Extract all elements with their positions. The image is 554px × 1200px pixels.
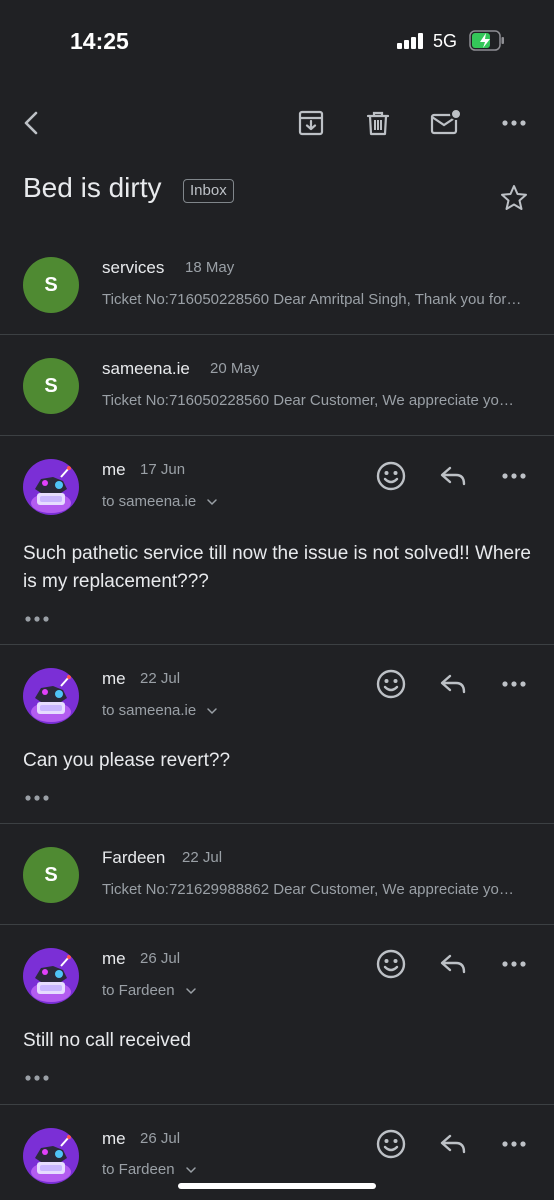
- message-date: 22 Jul: [182, 849, 223, 866]
- message-more-button[interactable]: [494, 1124, 534, 1164]
- reply-button[interactable]: [433, 1124, 473, 1164]
- message-expanded: me 22 Jul to sameena.ie Can you please r…: [0, 645, 554, 824]
- react-button[interactable]: [371, 456, 411, 496]
- message-more-button[interactable]: [494, 456, 534, 496]
- emoji-icon: [375, 1128, 407, 1160]
- reply-icon: [437, 1128, 469, 1160]
- avatar: S: [23, 358, 79, 414]
- email-subject: Bed is dirty: [23, 172, 162, 203]
- trash-icon: [366, 111, 390, 136]
- sender-name: sameena.ie: [102, 359, 190, 378]
- sender-name: services: [102, 258, 165, 277]
- message-more-button[interactable]: [494, 664, 534, 704]
- recipient-dropdown[interactable]: to sameena.ie: [102, 702, 218, 719]
- chevron-down-icon: [206, 498, 218, 506]
- avatar: [23, 1128, 79, 1184]
- message-date: 22 Jul: [140, 670, 181, 687]
- message-body: Can you please revert??: [23, 750, 231, 771]
- reply-icon: [437, 460, 469, 492]
- message-date: 17 Jun: [140, 461, 186, 478]
- reply-button[interactable]: [433, 944, 473, 984]
- archive-icon: [298, 110, 324, 136]
- recipient-dropdown[interactable]: to Fardeen: [102, 982, 197, 999]
- message-collapsed[interactable]: S sameena.ie 20 May Ticket No:7160502285…: [0, 335, 554, 436]
- react-button[interactable]: [371, 1124, 411, 1164]
- message-more-button[interactable]: [494, 944, 534, 984]
- reply-icon: [437, 948, 469, 980]
- inbox-label-chip[interactable]: Inbox: [183, 179, 234, 203]
- emoji-icon: [375, 668, 407, 700]
- show-quoted-text-icon[interactable]: [23, 1071, 51, 1085]
- message-date: 26 Jul: [140, 950, 181, 967]
- archive-button[interactable]: [287, 95, 335, 151]
- avatar: S: [23, 847, 79, 903]
- message-expanded: me 17 Jun to sameena.ie Such pathetic se…: [0, 436, 554, 645]
- avatar: S: [23, 257, 79, 313]
- delete-button[interactable]: [354, 95, 402, 151]
- battery-charging-icon: [469, 30, 504, 51]
- network-type: 5G: [433, 31, 458, 51]
- status-bar: 14:25 5G: [0, 0, 554, 80]
- message-snippet: Ticket No:716050228560 Dear Amritpal Sin…: [102, 291, 522, 308]
- reply-button[interactable]: [433, 664, 473, 704]
- message-body: Such pathetic service till now the issue…: [23, 543, 531, 592]
- more-horizontal-icon: [498, 1128, 530, 1160]
- back-button[interactable]: [8, 95, 56, 151]
- avatar: [23, 668, 79, 724]
- message-snippet: Ticket No:716050228560 Dear Customer, We…: [102, 392, 522, 409]
- more-horizontal-icon: [498, 460, 530, 492]
- message-date: 26 Jul: [140, 1130, 181, 1147]
- show-quoted-text-icon[interactable]: [23, 791, 51, 805]
- react-button[interactable]: [371, 944, 411, 984]
- emoji-icon: [375, 460, 407, 492]
- home-indicator[interactable]: [178, 1183, 376, 1189]
- recipient-dropdown[interactable]: to Fardeen: [102, 1161, 197, 1178]
- avatar: [23, 459, 79, 515]
- status-time: 14:25: [70, 28, 129, 54]
- cellular-signal-icon: [397, 33, 425, 49]
- message-collapsed[interactable]: S services 18 May Ticket No:716050228560…: [0, 234, 554, 335]
- reply-icon: [437, 668, 469, 700]
- emoji-icon: [375, 948, 407, 980]
- more-options-button[interactable]: [490, 95, 538, 151]
- message-snippet: Ticket No:721629988862 Dear Customer, We…: [102, 881, 522, 898]
- sender-name: Fardeen: [102, 848, 166, 867]
- recipient-dropdown[interactable]: to sameena.ie: [102, 493, 218, 510]
- star-icon[interactable]: [498, 182, 530, 214]
- chevron-left-icon: [24, 111, 38, 135]
- sender-name: me: [102, 669, 126, 688]
- show-quoted-text-icon[interactable]: [23, 612, 51, 626]
- message-body: Still no call received: [23, 1030, 191, 1051]
- chevron-down-icon: [185, 987, 197, 995]
- more-horizontal-icon: [498, 948, 530, 980]
- more-horizontal-icon: [498, 668, 530, 700]
- message-expanded: me 26 Jul to Fardeen Still no call recei…: [0, 925, 554, 1105]
- reply-button[interactable]: [433, 456, 473, 496]
- message-collapsed[interactable]: S Fardeen 22 Jul Ticket No:721629988862 …: [0, 824, 554, 925]
- mark-unread-button[interactable]: [422, 95, 470, 151]
- mail-unread-icon: [430, 108, 462, 135]
- sender-name: me: [102, 460, 126, 479]
- react-button[interactable]: [371, 664, 411, 704]
- sender-name: me: [102, 1129, 126, 1148]
- toolbar: [0, 95, 554, 151]
- chevron-down-icon: [185, 1166, 197, 1174]
- recipient-label: to sameena.ie: [102, 702, 197, 719]
- message-date: 20 May: [210, 360, 260, 377]
- recipient-label: to sameena.ie: [102, 493, 197, 510]
- avatar: [23, 948, 79, 1004]
- recipient-label: to Fardeen: [102, 982, 175, 999]
- recipient-label: to Fardeen: [102, 1161, 175, 1178]
- message-date: 18 May: [185, 259, 235, 276]
- more-horizontal-icon: [498, 107, 530, 139]
- sender-name: me: [102, 949, 126, 968]
- chevron-down-icon: [206, 707, 218, 715]
